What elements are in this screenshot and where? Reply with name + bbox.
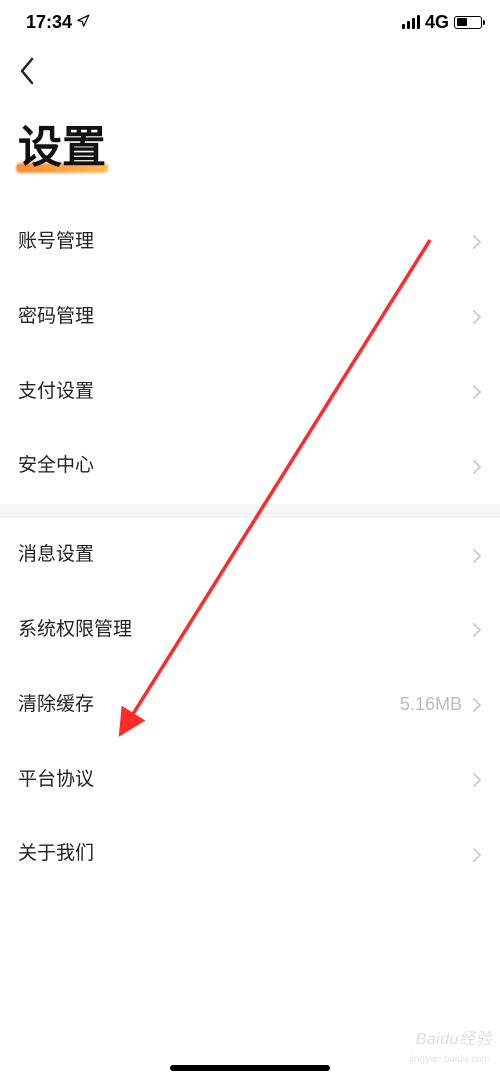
list-section-2: 消息设置 系统权限管理 清除缓存 5.16MB 平台协议 关于我们 — [0, 518, 500, 892]
battery-icon — [454, 16, 482, 29]
nav-back[interactable] — [0, 44, 500, 91]
list-item-agreement[interactable]: 平台协议 — [0, 743, 500, 818]
list-item-label: 关于我们 — [18, 843, 94, 866]
status-time: 17:34 — [26, 12, 72, 33]
home-indicator[interactable] — [170, 1065, 330, 1071]
list-section-1: 账号管理 密码管理 支付设置 安全中心 — [0, 205, 500, 504]
chevron-right-icon — [472, 309, 482, 325]
list-item-password[interactable]: 密码管理 — [0, 280, 500, 355]
watermark-sub: jingyan.baidu.com — [409, 1054, 490, 1065]
list-item-label: 账号管理 — [18, 231, 94, 254]
page-title-wrap: 设置 — [0, 91, 500, 205]
list-item-label: 安全中心 — [18, 455, 94, 478]
page-title: 设置 — [18, 111, 106, 175]
chevron-right-icon — [472, 459, 482, 475]
chevron-right-icon — [472, 772, 482, 788]
list-item-security[interactable]: 安全中心 — [0, 429, 500, 504]
network-label: 4G — [425, 12, 449, 33]
section-divider — [0, 504, 500, 518]
list-item-label: 平台协议 — [18, 769, 94, 792]
status-bar: 17:34 4G — [0, 0, 500, 44]
watermark: Baidu经验 — [416, 1025, 492, 1049]
chevron-right-icon — [472, 384, 482, 400]
chevron-right-icon — [472, 847, 482, 863]
list-item-label: 清除缓存 — [18, 694, 94, 717]
list-item-label: 消息设置 — [18, 544, 94, 567]
list-item-clear-cache[interactable]: 清除缓存 5.16MB — [0, 668, 500, 743]
chevron-right-icon — [472, 234, 482, 250]
chevron-right-icon — [472, 622, 482, 638]
signal-icon — [402, 15, 420, 29]
chevron-left-icon — [18, 56, 36, 86]
list-item-label: 密码管理 — [18, 306, 94, 329]
list-item-payment[interactable]: 支付设置 — [0, 355, 500, 430]
status-right: 4G — [402, 12, 482, 33]
location-icon — [76, 12, 90, 33]
chevron-right-icon — [472, 697, 482, 713]
list-item-notification[interactable]: 消息设置 — [0, 518, 500, 593]
list-item-label: 支付设置 — [18, 381, 94, 404]
status-time-wrap: 17:34 — [26, 12, 90, 33]
list-item-account[interactable]: 账号管理 — [0, 205, 500, 280]
list-item-value: 5.16MB — [400, 694, 462, 716]
chevron-right-icon — [472, 548, 482, 564]
list-item-label: 系统权限管理 — [18, 619, 132, 642]
list-item-about[interactable]: 关于我们 — [0, 817, 500, 892]
list-item-permissions[interactable]: 系统权限管理 — [0, 593, 500, 668]
